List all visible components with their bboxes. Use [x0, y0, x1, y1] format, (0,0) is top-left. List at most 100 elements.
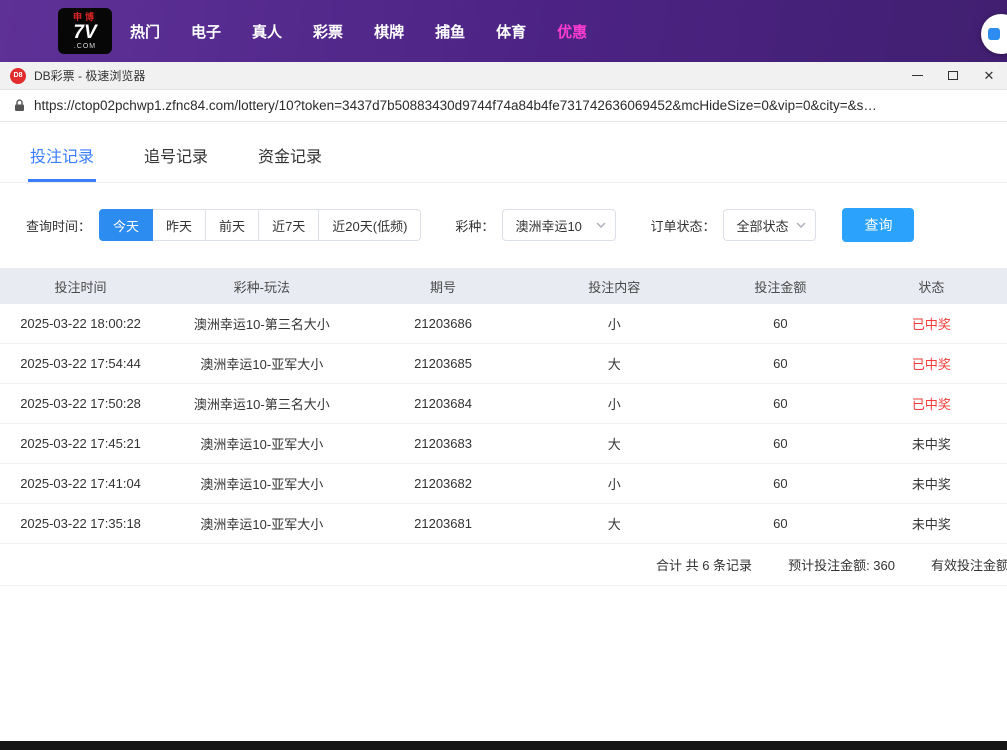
bet-content: 小 [524, 394, 705, 413]
status-badge: 已中奖 [856, 354, 1007, 373]
table-row: 2025-03-22 17:50:28 澳洲幸运10-第三名大小 2120368… [0, 384, 1007, 424]
nav-item-lottery[interactable]: 彩票 [313, 21, 343, 42]
nav-item-board-games[interactable]: 棋牌 [374, 21, 404, 42]
nav-item-hot[interactable]: 热门 [130, 21, 160, 42]
tab-fund-records[interactable]: 资金记录 [256, 128, 324, 182]
site-logo[interactable]: 申博 7V .COM [58, 8, 112, 54]
tab-bet-records[interactable]: 投注记录 [28, 128, 96, 182]
table-row: 2025-03-22 17:41:04 澳洲幸运10-亚军大小 21203682… [0, 464, 1007, 504]
minimize-icon [912, 75, 923, 76]
total-records: 合计 共 6 条记录 [656, 555, 752, 574]
order-status-label: 订单状态： [650, 216, 715, 235]
header-issue: 期号 [363, 277, 524, 296]
time-filter-last20days[interactable]: 近20天(低频) [318, 209, 421, 241]
query-button[interactable]: 查询 [842, 208, 914, 242]
address-bar[interactable]: https://ctop02pchwp1.zfnc84.com/lottery/… [0, 90, 1007, 122]
bet-time: 2025-03-22 17:54:44 [0, 356, 161, 371]
valid-bet-amount: 有效投注金额 [931, 555, 1007, 574]
bet-time: 2025-03-22 17:41:04 [0, 476, 161, 491]
bet-amount: 60 [705, 436, 856, 451]
status-badge: 已中奖 [856, 394, 1007, 413]
lock-icon [14, 99, 25, 112]
bet-amount: 60 [705, 396, 856, 411]
time-filter-today[interactable]: 今天 [99, 209, 153, 241]
browser-titlebar: D8 DB彩票 - 极速浏览器 ✕ [0, 62, 1007, 90]
taskbar-strip [0, 741, 1007, 750]
table-row: 2025-03-22 18:00:22 澳洲幸运10-第三名大小 2120368… [0, 304, 1007, 344]
table-row: 2025-03-22 17:54:44 澳洲幸运10-亚军大小 21203685… [0, 344, 1007, 384]
logo-text-7v: 7V [73, 23, 96, 42]
summary-bar: 合计 共 6 条记录 预计投注金额: 360 有效投注金额 [0, 544, 1007, 586]
minimize-button[interactable] [899, 62, 935, 89]
logo-text-com: .COM [74, 43, 96, 50]
bet-amount: 60 [705, 516, 856, 531]
table-header: 投注时间 彩种-玩法 期号 投注内容 投注金额 状态 [0, 268, 1007, 304]
issue-number: 21203686 [363, 316, 524, 331]
bet-content: 大 [524, 514, 705, 533]
status-badge: 未中奖 [856, 434, 1007, 453]
bet-content: 小 [524, 314, 705, 333]
header-status: 状态 [856, 277, 1007, 296]
game-type: 澳洲幸运10-亚军大小 [161, 434, 362, 453]
issue-number: 21203685 [363, 356, 524, 371]
lottery-select-label: 彩种： [455, 216, 494, 235]
tab-bar: 投注记录 追号记录 资金记录 [0, 128, 1007, 183]
nav-item-sports[interactable]: 体育 [496, 21, 526, 42]
time-filter-day-before[interactable]: 前天 [205, 209, 259, 241]
floating-service-button[interactable] [981, 14, 1007, 54]
issue-number: 21203683 [363, 436, 524, 451]
header-game-type: 彩种-玩法 [161, 277, 362, 296]
bet-amount: 60 [705, 356, 856, 371]
close-button[interactable]: ✕ [971, 62, 1007, 89]
window-controls: ✕ [899, 62, 1007, 89]
lottery-select[interactable]: 澳洲幸运10 [502, 209, 616, 241]
time-range-group: 今天 昨天 前天 近7天 近20天(低频) [99, 209, 421, 241]
time-filter-last7days[interactable]: 近7天 [258, 209, 319, 241]
game-type: 澳洲幸运10-亚军大小 [161, 514, 362, 533]
lottery-select-value: 澳洲幸运10 [515, 216, 581, 235]
nav-item-electronic[interactable]: 电子 [191, 21, 221, 42]
issue-number: 21203684 [363, 396, 524, 411]
bet-time: 2025-03-22 18:00:22 [0, 316, 161, 331]
time-filter-yesterday[interactable]: 昨天 [152, 209, 206, 241]
window-title: DB彩票 - 极速浏览器 [34, 67, 145, 84]
url-text: https://ctop02pchwp1.zfnc84.com/lottery/… [34, 98, 993, 113]
bet-time: 2025-03-22 17:50:28 [0, 396, 161, 411]
filter-bar: 查询时间： 今天 昨天 前天 近7天 近20天(低频) 彩种： 澳洲幸运10 订… [26, 208, 981, 242]
nav-item-live[interactable]: 真人 [252, 21, 282, 42]
bet-amount: 60 [705, 476, 856, 491]
game-type: 澳洲幸运10-亚军大小 [161, 354, 362, 373]
table-row: 2025-03-22 17:45:21 澳洲幸运10-亚军大小 21203683… [0, 424, 1007, 464]
tab-chase-records[interactable]: 追号记录 [142, 128, 210, 182]
issue-number: 21203682 [363, 476, 524, 491]
header-bet-amount: 投注金额 [705, 277, 856, 296]
bet-content: 小 [524, 474, 705, 493]
nav-item-promo[interactable]: 优惠 [557, 21, 587, 42]
time-filter-label: 查询时间： [26, 216, 91, 235]
status-badge: 未中奖 [856, 474, 1007, 493]
game-type: 澳洲幸运10-亚军大小 [161, 474, 362, 493]
screen: 申博 7V .COM 热门 电子 真人 彩票 棋牌 捕鱼 体育 优惠 D8 DB… [0, 0, 1007, 750]
nav-item-fishing[interactable]: 捕鱼 [435, 21, 465, 42]
bet-content: 大 [524, 354, 705, 373]
table-row: 2025-03-22 17:35:18 澳洲幸运10-亚军大小 21203681… [0, 504, 1007, 544]
maximize-button[interactable] [935, 62, 971, 89]
maximize-icon [948, 71, 958, 80]
bet-time: 2025-03-22 17:35:18 [0, 516, 161, 531]
header-bet-time: 投注时间 [0, 277, 161, 296]
issue-number: 21203681 [363, 516, 524, 531]
chevron-down-icon [796, 222, 806, 228]
game-type: 澳洲幸运10-第三名大小 [161, 314, 362, 333]
bet-amount: 60 [705, 316, 856, 331]
order-status-select[interactable]: 全部状态 [723, 209, 816, 241]
expected-bet-amount: 预计投注金额: 360 [788, 555, 895, 574]
records-table: 投注时间 彩种-玩法 期号 投注内容 投注金额 状态 2025-03-22 18… [0, 268, 1007, 544]
status-badge: 未中奖 [856, 514, 1007, 533]
main-nav: 热门 电子 真人 彩票 棋牌 捕鱼 体育 优惠 [130, 21, 587, 42]
status-badge: 已中奖 [856, 314, 1007, 333]
chevron-down-icon [596, 222, 606, 228]
bet-time: 2025-03-22 17:45:21 [0, 436, 161, 451]
header-bet-content: 投注内容 [524, 277, 705, 296]
browser-app-icon: D8 [10, 68, 26, 84]
logo-text-cn: 申博 [73, 13, 97, 22]
